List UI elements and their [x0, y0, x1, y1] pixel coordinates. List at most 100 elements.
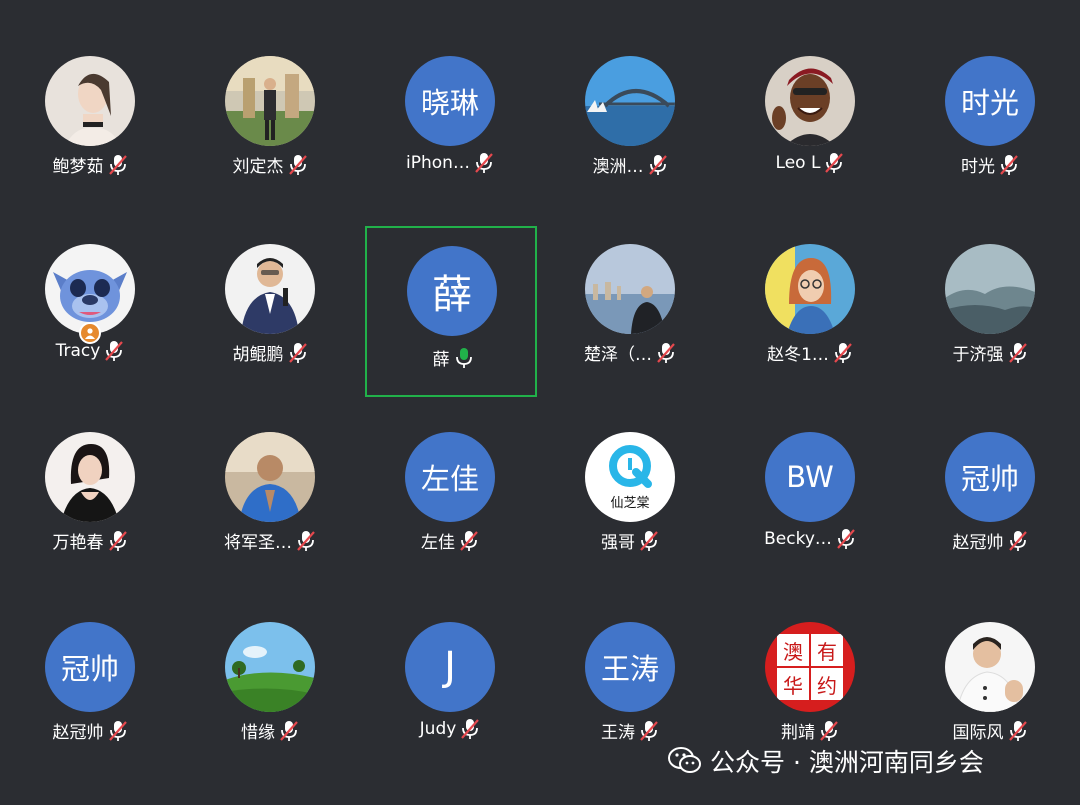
participant-tile[interactable]: 时光 时光: [900, 40, 1080, 230]
avatar: 王涛: [585, 622, 675, 712]
smiling-man-portrait-avatar: [765, 56, 855, 146]
avatar-initials: 时光: [960, 86, 1019, 120]
sydney-harbour-bridge-avatar: [585, 56, 675, 146]
participant-name: 将军圣…: [224, 533, 292, 553]
participant-name-row: 将军圣…: [180, 528, 360, 553]
avatar: 左佳: [405, 432, 495, 522]
avatar: 薛: [407, 246, 497, 336]
participant-name: 时光: [961, 157, 995, 177]
microphone-muted-icon: [1008, 530, 1028, 552]
participant-name-row: 澳洲…: [540, 152, 720, 177]
participant-tile[interactable]: 仙芝棠强哥: [540, 416, 720, 606]
avatar-initials: 王涛: [600, 652, 659, 686]
avatar: 时光: [945, 56, 1035, 146]
participant-name: Tracy: [55, 341, 101, 361]
microphone-muted-icon: [1008, 720, 1028, 742]
woman-glasses-portrait-avatar: [765, 244, 855, 334]
participant-name-row: 赵冠帅: [0, 718, 180, 743]
avatar-initials: J: [444, 644, 456, 690]
participant-tile[interactable]: 冠帅赵冠帅: [0, 606, 180, 796]
microphone-muted-icon: [1008, 342, 1028, 364]
microphone-muted-icon: [108, 154, 128, 176]
green-landscape-avatar: [225, 622, 315, 712]
microphone-muted-icon: [108, 530, 128, 552]
participant-tile[interactable]: 晓琳 iPhon…: [360, 40, 540, 230]
avatar-initials: 冠帅: [60, 652, 119, 686]
microphone-muted-icon: [833, 342, 853, 364]
misty-mountains-avatar: [945, 244, 1035, 334]
participant-tile[interactable]: 楚泽（…: [540, 228, 720, 418]
participant-tile[interactable]: 万艳春: [0, 416, 180, 606]
microphone-muted-icon: [824, 152, 844, 174]
microphone-muted-icon: [108, 720, 128, 742]
participant-tile[interactable]: J Judy: [360, 606, 540, 796]
participant-name: 楚泽（…: [584, 345, 652, 365]
participant-name: 强哥: [601, 533, 635, 553]
avatar-initials: BW: [786, 460, 834, 494]
microphone-muted-icon: [648, 154, 668, 176]
avatar-initials: 冠帅: [960, 462, 1019, 496]
watermark: 公众号 · 澳洲河南同乡会: [668, 738, 984, 784]
microphone-muted-icon: [656, 342, 676, 364]
participant-name-row: 薛: [367, 345, 539, 370]
participant-name: 薛: [432, 350, 450, 370]
man-standing-portrait-avatar: [225, 56, 315, 146]
microphone-muted-icon: [104, 340, 124, 362]
participant-tile[interactable]: 冠帅 赵冠帅: [900, 416, 1080, 606]
avatar: J: [405, 622, 495, 712]
red-seal-avatar: 澳有华约: [765, 622, 855, 712]
participant-name: Becky…: [764, 529, 832, 549]
avatar: 晓琳: [405, 56, 495, 146]
participant-tile[interactable]: 左佳 左佳: [360, 416, 540, 606]
participant-name-row: iPhon…: [360, 152, 540, 174]
microphone-muted-icon: [999, 154, 1019, 176]
participant-name: 王涛: [601, 723, 635, 743]
participant-tile[interactable]: 澳洲…: [540, 40, 720, 230]
participant-name-row: Judy: [360, 718, 540, 740]
participant-name: 惜缘: [241, 723, 275, 743]
avatar: BW: [765, 432, 855, 522]
participant-tile[interactable]: 惜缘: [180, 606, 360, 796]
participant-tile[interactable]: 于济强: [900, 228, 1080, 418]
participant-name-row: 鲍梦茹: [0, 152, 180, 177]
participant-name: 赵冠帅: [52, 723, 104, 743]
man-praying-portrait-avatar: [225, 432, 315, 522]
microphone-muted-icon: [459, 530, 479, 552]
avatar: 冠帅: [945, 432, 1035, 522]
avatar: 冠帅: [45, 622, 135, 712]
woman-black-portrait-avatar: [45, 432, 135, 522]
microphone-muted-icon: [288, 154, 308, 176]
woman-portrait-avatar: [45, 56, 135, 146]
participant-tile[interactable]: Leo L: [720, 40, 900, 230]
participant-name-row: 惜缘: [180, 718, 360, 743]
microphone-active-icon: [454, 347, 474, 369]
man-suit-portrait-avatar: [225, 244, 315, 334]
participant-name-row: Leo L: [720, 152, 900, 174]
participant-name-row: 强哥: [540, 528, 720, 553]
participant-tile[interactable]: Tracy: [0, 228, 180, 418]
participant-tile[interactable]: 鲍梦茹: [0, 40, 180, 230]
participant-tile[interactable]: 将军圣…: [180, 416, 360, 606]
participant-tile[interactable]: 赵冬1…: [720, 228, 900, 418]
participant-name-row: Becky…: [720, 528, 900, 550]
microphone-muted-icon: [474, 152, 494, 174]
avatar-initials: 薛: [432, 272, 472, 318]
participant-tile[interactable]: 胡鲲鹏: [180, 228, 360, 418]
participant-name: 刘定杰: [232, 157, 284, 177]
participant-name: 左佳: [421, 533, 455, 553]
microphone-muted-icon: [460, 718, 480, 740]
avatar-initials: 左佳: [420, 462, 479, 496]
participant-name: 赵冬1…: [767, 345, 829, 365]
participant-name-row: 赵冠帅: [900, 528, 1080, 553]
participant-tile[interactable]: 刘定杰: [180, 40, 360, 230]
participant-name: Judy: [419, 719, 457, 739]
seaside-person-avatar: [585, 244, 675, 334]
microphone-muted-icon: [279, 720, 299, 742]
participant-name: 万艳春: [52, 533, 104, 553]
participant-name-row: 万艳春: [0, 528, 180, 553]
participant-tile[interactable]: BW Becky…: [720, 416, 900, 606]
chef-portrait-avatar: [945, 622, 1035, 712]
logo-text: 仙芝棠: [610, 495, 650, 511]
participant-tile-speaking[interactable]: 薛薛: [365, 226, 537, 397]
microphone-muted-icon: [639, 720, 659, 742]
